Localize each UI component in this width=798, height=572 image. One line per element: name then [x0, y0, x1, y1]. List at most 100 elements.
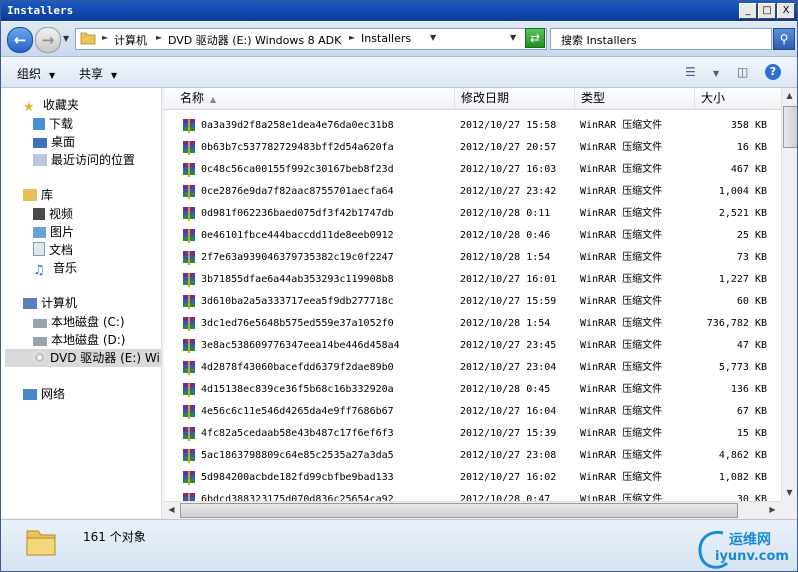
preview-pane-icon[interactable]: ◫: [737, 65, 748, 79]
winrar-archive-icon: [183, 383, 195, 397]
file-row[interactable]: 0b63b7c537782729483bff2d54a620fa 2012/10/…: [164, 137, 781, 159]
nav-disk-c[interactable]: 本地磁盘 (C:): [33, 313, 125, 331]
breadcrumb-computer[interactable]: 计算机: [114, 32, 147, 48]
nav-disk-d[interactable]: 本地磁盘 (D:): [33, 331, 125, 349]
view-options-icon[interactable]: ☰: [685, 65, 696, 79]
file-rows: 0a3a39d2f8a258e1dea4e76da0ec31b8 2012/10/…: [164, 115, 781, 501]
music-icon: ♫: [33, 263, 45, 278]
view-dropdown-icon[interactable]: ▼: [713, 69, 719, 78]
file-row[interactable]: 3dc1ed76e5648b575ed559e37a1052f0 2012/10/…: [164, 313, 781, 335]
scroll-up-icon[interactable]: ▲: [782, 88, 797, 103]
file-row[interactable]: 4fc82a5cedaab58e43b487c17f6ef6f3 2012/10/…: [164, 423, 781, 445]
search-button[interactable]: ⚲: [773, 28, 795, 50]
file-name: 3d610ba2a5a333717eea5f9db277718c: [201, 296, 394, 307]
chevron-right-icon[interactable]: ►: [156, 33, 162, 42]
nav-dvd-drive-label: DVD 驱动器 (E:) Wi: [50, 351, 160, 365]
file-row[interactable]: 0ce2876e9da7f82aac8755701aecfa64 2012/10/…: [164, 181, 781, 203]
nav-documents[interactable]: 文档: [33, 241, 73, 259]
nav-pictures[interactable]: 图片: [33, 223, 74, 241]
back-button[interactable]: ←: [7, 27, 33, 53]
file-size: 358 KB: [730, 120, 767, 131]
file-name: 6bdcd388323175d070d836c25654ca92: [201, 494, 394, 501]
file-size: 136 KB: [730, 384, 767, 395]
title-bar[interactable]: Installers _ □ X: [1, 1, 797, 21]
file-row[interactable]: 5d984200acbde182fd99cbfbe9bad133 2012/10/…: [164, 467, 781, 489]
file-row[interactable]: 2f7e63a939046379735382c19c0f2247 2012/10/…: [164, 247, 781, 269]
refresh-button[interactable]: ⇄: [525, 28, 545, 48]
nav-videos[interactable]: 视频: [33, 205, 73, 223]
file-name: 3dc1ed76e5648b575ed559e37a1052f0: [201, 318, 394, 329]
file-date: 2012/10/27 15:39: [460, 428, 557, 439]
column-type[interactable]: 类型: [575, 88, 695, 109]
nav-favorites[interactable]: ★ 收藏夹: [23, 96, 79, 115]
forward-button[interactable]: →: [35, 27, 61, 53]
search-input[interactable]: 搜索 Installers: [550, 28, 772, 50]
chevron-right-icon[interactable]: ►: [349, 33, 355, 42]
file-row[interactable]: 3e8ac538609776347eea14be446d458a4 2012/10…: [164, 335, 781, 357]
file-row[interactable]: 3b71855dfae6a44ab353293c119908b8 2012/10/…: [164, 269, 781, 291]
file-row[interactable]: 0e46101fbce444baccdd11de8eeb0912 2012/10/…: [164, 225, 781, 247]
file-row[interactable]: 5ac1863798809c64e85c2535a27a3da5 2012/10/…: [164, 445, 781, 467]
nav-network-label: 网络: [41, 387, 66, 401]
file-size: 2,521 KB: [718, 208, 767, 219]
nav-recent-label: 最近访问的位置: [51, 153, 136, 167]
history-dropdown-icon[interactable]: ▼: [63, 34, 69, 43]
file-date: 2012/10/28 0:45: [460, 384, 551, 395]
file-type: WinRAR 压缩文件: [580, 472, 663, 483]
share-menu[interactable]: 共享 ▼: [79, 65, 117, 82]
vertical-scrollbar[interactable]: ▲ ▼: [781, 88, 797, 501]
file-row[interactable]: 0a3a39d2f8a258e1dea4e76da0ec31b8 2012/10/…: [164, 115, 781, 137]
column-size[interactable]: 大小: [695, 88, 781, 109]
winrar-archive-icon: [183, 405, 195, 419]
file-type: WinRAR 压缩文件: [580, 384, 663, 395]
breadcrumb-installers[interactable]: Installers: [361, 32, 411, 45]
horizontal-scrollbar[interactable]: ◀ ▶: [164, 501, 781, 518]
file-type: WinRAR 压缩文件: [580, 274, 663, 285]
column-name[interactable]: 名称 ▲: [174, 88, 455, 109]
nav-downloads[interactable]: 下载: [33, 115, 73, 133]
nav-music[interactable]: ♫ 音乐: [33, 259, 77, 278]
file-date: 2012/10/27 23:08: [460, 450, 557, 461]
nav-recent[interactable]: 最近访问的位置: [33, 151, 135, 169]
organize-menu[interactable]: 组织 ▼: [17, 65, 55, 82]
nav-network[interactable]: 网络: [23, 385, 65, 403]
file-row[interactable]: 4d2878f43060bacefdd6379f2dae89b0 2012/10/…: [164, 357, 781, 379]
file-row[interactable]: 6bdcd388323175d070d836c25654ca92 2012/10/…: [164, 489, 781, 501]
maximize-button[interactable]: □: [758, 3, 776, 19]
nav-computer[interactable]: 计算机: [23, 294, 77, 312]
file-row[interactable]: 0c48c56ca00155f992c30167beb8f23d 2012/10/…: [164, 159, 781, 181]
close-button[interactable]: X: [777, 3, 795, 19]
address-bar[interactable]: ► 计算机 ► DVD 驱动器 (E:) Windows 8 ADK ► Ins…: [75, 28, 547, 50]
vertical-scroll-thumb[interactable]: [783, 106, 797, 148]
file-row[interactable]: 0d981f062236baed075df3f42b1747db 2012/10/…: [164, 203, 781, 225]
file-name: 4fc82a5cedaab58e43b487c17f6ef6f3: [201, 428, 394, 439]
folder-icon: [26, 530, 56, 556]
file-row[interactable]: 3d610ba2a5a333717eea5f9db277718c 2012/10/…: [164, 291, 781, 313]
minimize-button[interactable]: _: [739, 3, 757, 19]
address-dropdown-icon[interactable]: ▼: [510, 33, 516, 42]
share-label: 共享: [79, 67, 104, 81]
breadcrumb-dvd-drive[interactable]: DVD 驱动器 (E:) Windows 8 ADK: [168, 32, 341, 48]
chevron-down-icon[interactable]: ▼: [430, 33, 436, 42]
chevron-right-icon[interactable]: ►: [102, 33, 108, 42]
file-row[interactable]: 4e56c6c11e546d4265da4e9ff7686b67 2012/10/…: [164, 401, 781, 423]
nav-desktop[interactable]: 桌面: [33, 133, 75, 151]
winrar-archive-icon: [183, 229, 195, 243]
nav-libraries[interactable]: 库: [23, 186, 53, 204]
forward-arrow-icon: →: [41, 31, 55, 49]
file-size: 25 KB: [736, 230, 767, 241]
nav-dvd-drive[interactable]: DVD 驱动器 (E:) Wi: [5, 349, 161, 367]
scroll-down-icon[interactable]: ▼: [782, 485, 797, 500]
file-size: 67 KB: [736, 406, 767, 417]
picture-icon: [33, 227, 46, 238]
file-row[interactable]: 4d15138ec839ce36f5b68c16b332920a 2012/10/…: [164, 379, 781, 401]
file-name: 0e46101fbce444baccdd11de8eeb0912: [201, 230, 394, 241]
scroll-left-icon[interactable]: ◀: [164, 502, 179, 517]
scroll-right-icon[interactable]: ▶: [765, 502, 780, 517]
column-date[interactable]: 修改日期: [455, 88, 575, 109]
file-size: 467 KB: [730, 164, 767, 175]
file-type: WinRAR 压缩文件: [580, 450, 663, 461]
help-icon[interactable]: ?: [765, 64, 781, 80]
file-name: 4e56c6c11e546d4265da4e9ff7686b67: [201, 406, 394, 417]
horizontal-scroll-thumb[interactable]: [180, 503, 738, 518]
